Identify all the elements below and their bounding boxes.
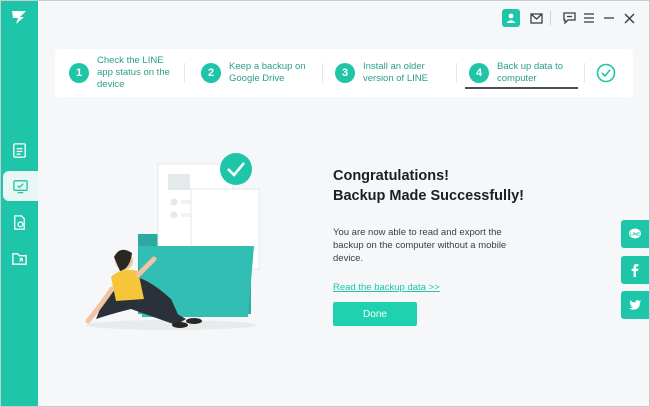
step-1: 1 Check the LINE app status on the devic… [69,49,182,97]
step-label: Back up data to computer [497,61,564,84]
step-label: Keep a backup on Google Drive [229,61,306,84]
success-title-line1: Congratulations! [333,168,449,184]
facebook-icon [631,264,639,277]
titlebar-divider [550,11,551,25]
user-avatar-icon[interactable] [502,9,520,27]
step-divider [584,63,585,83]
read-backup-link[interactable]: Read the backup data >> [333,282,440,293]
backup-icon [13,179,28,193]
line-icon: LINE [629,228,641,239]
done-button[interactable]: Done [333,302,417,326]
document-icon [13,142,26,158]
step-number: 2 [201,63,221,83]
success-message-panel: Congratulations! Backup Made Successfull… [333,166,573,295]
twitter-icon [629,300,641,310]
facebook-share-button[interactable] [621,256,649,284]
step-label: Install an older version of LINE [363,61,428,84]
export-icon [12,252,27,265]
menu-icon[interactable] [579,9,599,27]
titlebar-controls [502,9,639,27]
backup-success-illustration [85,153,260,330]
mail-icon[interactable] [526,9,546,27]
steps-progress-bar: 1 Check the LINE app status on the devic… [55,49,633,97]
step-complete-check-icon [596,63,616,83]
success-title-line2: Backup Made Successfully! [333,188,524,204]
app-window: 1 Check the LINE app status on the devic… [0,0,650,407]
sidebar-item-export[interactable] [1,243,38,273]
sidebar-item-restore[interactable] [1,207,38,237]
step-divider [184,63,185,83]
step-divider [322,63,323,83]
line-share-button[interactable]: LINE [621,220,649,248]
step-3: 3 Install an older version of LINE [335,49,448,97]
step-label: Check the LINE app status on the device [97,55,170,90]
sidebar [1,1,38,406]
current-step-indicator [465,87,578,89]
sidebar-item-check[interactable] [1,135,38,165]
step-number: 1 [69,63,89,83]
step-2: 2 Keep a backup on Google Drive [201,49,314,97]
step-4: 4 Back up data to computer [469,49,582,97]
minimize-icon[interactable] [599,9,619,27]
step-number: 4 [469,63,489,83]
sidebar-item-backup[interactable] [3,171,38,201]
restore-icon [14,214,25,230]
success-description: You are now able to read and export the … [333,227,507,264]
svg-text:LINE: LINE [630,232,640,237]
twitter-share-button[interactable] [621,291,649,319]
step-divider [456,63,457,83]
step-number: 3 [335,63,355,83]
close-icon[interactable] [619,9,639,27]
feedback-icon[interactable] [559,9,579,27]
app-logo-icon [12,11,26,24]
